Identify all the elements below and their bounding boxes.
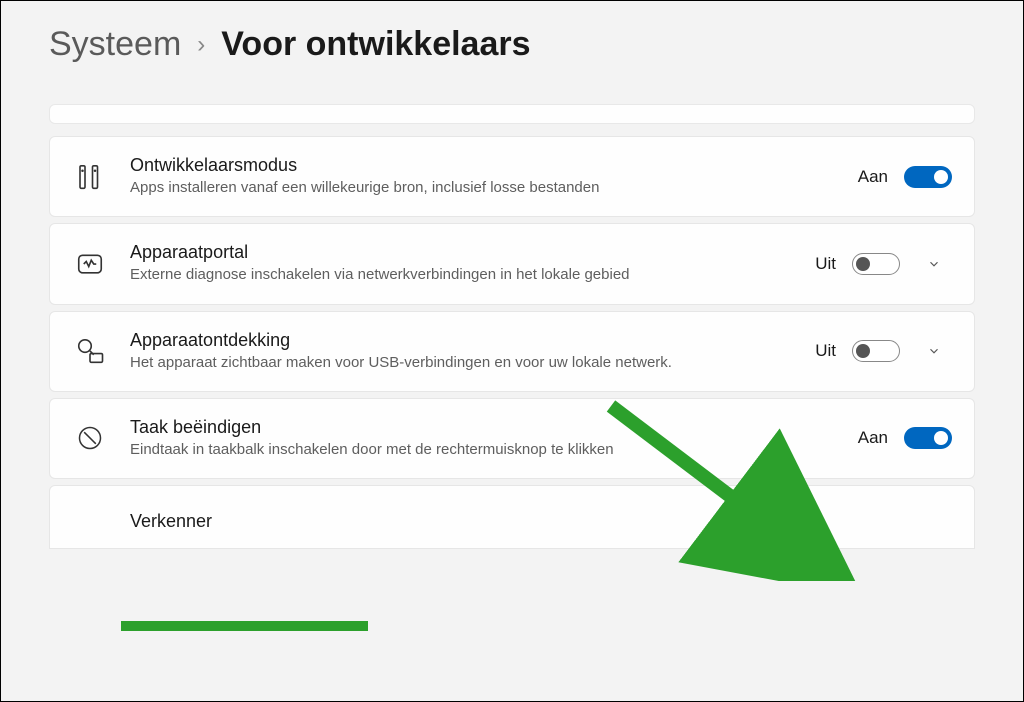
file-explorer-icon [72,504,108,540]
toggle-apparaatontdekking[interactable] [852,340,900,362]
device-portal-icon [72,246,108,282]
breadcrumb: Systeem › Voor ontwikkelaars [49,25,975,64]
setting-verkenner[interactable]: Verkenner [49,485,975,549]
chevron-right-icon: › [197,31,205,59]
setting-taak-beeindigen[interactable]: Taak beëindigen Eindtaak in taakbalk ins… [49,398,975,479]
setting-apparaatontdekking[interactable]: Apparaatontdekking Het apparaat zichtbaa… [49,311,975,392]
collapsed-setting-card[interactable] [49,104,975,124]
setting-description: Externe diagnose inschakelen via netwerk… [130,265,793,285]
toggle-apparaatportal[interactable] [852,253,900,275]
setting-title: Apparaatontdekking [130,330,793,351]
toggle-state-label: Uit [815,341,836,361]
toggle-state-label: Uit [815,254,836,274]
setting-title: Verkenner [130,511,952,532]
breadcrumb-parent[interactable]: Systeem [49,25,181,64]
setting-ontwikkelaarsmodus[interactable]: Ontwikkelaarsmodus Apps installeren vana… [49,136,975,217]
toggle-taak-beeindigen[interactable] [904,427,952,449]
developer-tools-icon [72,159,108,195]
setting-apparaatportal[interactable]: Apparaatportal Externe diagnose inschake… [49,223,975,304]
setting-description: Eindtaak in taakbalk inschakelen door me… [130,440,836,460]
device-discovery-icon [72,333,108,369]
expand-chevron[interactable] [916,246,952,282]
annotation-underline [121,621,368,631]
toggle-state-label: Aan [858,167,888,187]
toggle-ontwikkelaarsmodus[interactable] [904,166,952,188]
toggle-state-label: Aan [858,428,888,448]
setting-description: Het apparaat zichtbaar maken voor USB-ve… [130,353,793,373]
expand-chevron[interactable] [916,333,952,369]
page-title: Voor ontwikkelaars [221,25,530,64]
setting-description: Apps installeren vanaf een willekeurige … [130,178,836,198]
end-task-icon [72,420,108,456]
setting-title: Apparaatportal [130,242,793,263]
setting-title: Ontwikkelaarsmodus [130,155,836,176]
setting-title: Taak beëindigen [130,417,836,438]
